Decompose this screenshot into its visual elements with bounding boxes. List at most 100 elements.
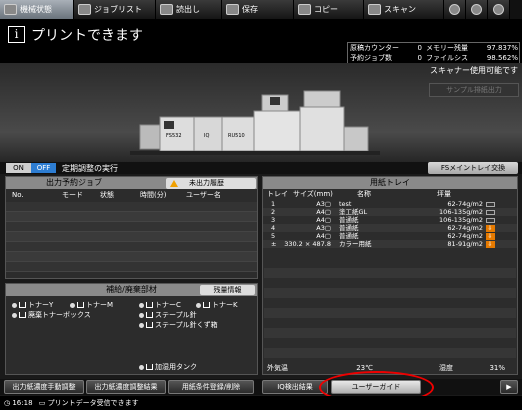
tray-size: A4▢ [316,216,331,224]
table-row[interactable] [6,232,257,242]
supply-staple-waste: ステープル針くず箱 [139,320,218,330]
tab-machine-status[interactable]: 機械状態 [0,0,74,19]
density-manual-adjust-button[interactable]: 出力紙濃度手動調整 [4,380,84,394]
tab-store[interactable]: 保存 [222,0,294,19]
status-dot-icon [139,302,144,308]
tray-status [483,216,497,224]
tray-paper-name: 普通紙 [339,216,359,224]
toner-icon [146,302,153,308]
tab-recall[interactable]: 読出し [156,0,222,19]
globe-icon [449,4,460,15]
humidity-label: 湿度 [439,364,453,372]
tray-status: ⇩ [483,224,497,232]
user-guide-button[interactable]: ユーザーガイド [331,380,421,394]
tray-row[interactable]: 3 A4▢ 普通紙 106-135g/m2 [263,216,517,224]
table-row[interactable] [6,242,257,252]
table-row[interactable] [6,222,257,232]
adjust-on-button[interactable]: ON [6,163,31,173]
supply-humidifier-tank: 加湿用タンク [139,362,197,372]
table-row[interactable] [6,202,257,212]
paper-condition-button[interactable]: 用紙条件登録/削除 [168,380,254,394]
tray-paper-name: 普通紙 [339,232,359,240]
unit-label: IQ [204,133,209,139]
tray-paper-name: カラー用紙 [339,240,372,248]
supply-staples: ステープル針 [139,310,197,320]
scanner-status: スキャナー使用可能です [430,66,518,75]
low-paper-arrow-icon: ⇩ [485,232,495,240]
adjust-off-button[interactable]: OFF [31,163,56,173]
scan-icon [368,4,381,15]
col-tray: トレイ [267,190,288,198]
tray-size: A4▢ [316,232,331,240]
trays-title-bar: 用紙トレイ [263,177,517,189]
adjustment-row: ON OFF 定期調整の実行 FSメイントレイ交換 [0,162,522,174]
tab-job-list[interactable]: ジョブリスト [74,0,156,19]
chevron-right-icon: ▶ [506,383,512,391]
density-adjust-result-button[interactable]: 出力紙濃度調整結果 [86,380,166,394]
stock-info-button[interactable]: 残量情報 [200,285,255,295]
tray-number: 4 [271,224,276,232]
counter-box: 原稿カウンター 0 メモリー残量 97.837% 予約ジョブ数 0 ファイルシス… [347,42,520,72]
tray-paper-name: 塗工紙GL [339,208,368,216]
supply-label: トナーM [86,301,114,309]
warning-icon [170,180,178,187]
tray-row[interactable]: 5 A4▢ 普通紙 62-74g/m2 ⇩ [263,232,517,240]
tray-row[interactable]: 4 A3▢ 普通紙 62-74g/m2 ⇩ [263,224,517,232]
unit-label: RU510 [228,133,245,139]
help-button[interactable] [488,0,510,19]
environment-row: 外気温 23℃ 湿度 31% [263,363,517,374]
col-size: サイズ(mm) [293,190,333,198]
volume-button[interactable] [466,0,488,19]
adjustment-label: 定期調整の実行 [62,164,118,173]
next-arrow-button[interactable]: ▶ [500,380,518,394]
printer-control-panel: 機械状態 ジョブリスト 読出し 保存 コピー スキャン i プリントできます 原… [0,0,522,410]
globe-button[interactable] [444,0,466,19]
paper-gauge-icon [485,201,495,207]
tray-row[interactable]: 1 A3▢ test 62-74g/m2 [263,200,517,208]
jobs-title: 出力予約ジョブ [46,178,102,187]
machine-illustration-area: スキャナー使用可能です サンプル排紙出力 FS532 IQ RU510 [0,63,522,162]
col-time: 時間(分) [140,191,167,199]
tray-number: 2 [271,208,276,216]
supply-label: トナーC [155,301,181,309]
status-dot-icon [70,302,75,308]
tray-row[interactable]: 2 A4▢ 塗工紙GL 106-135g/m2 [263,208,517,216]
sample-output-button[interactable]: サンプル排紙出力 [429,83,519,97]
table-row[interactable] [6,252,257,262]
supply-label: 加湿用タンク [155,363,197,371]
tray-number: 3 [271,216,276,224]
filesystem-label: ファイルシステム残量 [426,54,468,72]
paper-gauge-icon [485,209,495,215]
iq-result-button[interactable]: IQ検出結果 [262,380,328,394]
status-dot-icon [12,312,17,318]
tray-weight: 106-135g/m2 [439,216,483,224]
recall-icon [160,4,173,15]
env-value: 23℃ [356,364,373,372]
unprinted-history-button[interactable]: 未出力履歴 [166,178,256,189]
status-dot-icon [139,364,144,370]
tray-weight: 81-91g/m2 [447,240,483,248]
tray-row[interactable]: ±330.2 × 487.8 カラー用紙 81-91g/m2 ⇩ [263,240,517,248]
table-row[interactable] [6,212,257,222]
col-mode: モード [62,191,83,199]
toner-icon [19,302,26,308]
jobs-title-bar: 出力予約ジョブ 未出力履歴 [6,177,257,189]
supplies-title: 補給/廃棄部材 [106,285,157,294]
staple-icon [146,312,153,318]
supply-toner-m: トナーM [70,300,113,310]
counter-label: 予約ジョブ数 [350,54,392,62]
tab-copy[interactable]: コピー [294,0,364,19]
supply-label: ステープル針くず箱 [155,321,218,329]
supply-label: トナーK [212,301,238,309]
unit-label: FS532 [166,133,182,139]
tray-status: ⇩ [483,232,497,240]
tab-scan[interactable]: スキャン [364,0,444,19]
paper-tray-panel: 用紙トレイ トレイ サイズ(mm) 名称 坪量 1 A3▢ test 62-74g/m… [262,176,518,375]
supply-toner-y: トナーY [12,300,53,310]
footer-time: 16:18 [12,399,33,407]
counter-row: 予約ジョブ数 0 ファイルシステム残量 98.562% [348,53,519,72]
env-label: 外気温 [267,364,288,372]
table-row[interactable] [6,262,257,272]
status-dot-icon [12,302,17,308]
fs-main-tray-button[interactable]: FSメイントレイ交換 [428,162,518,174]
